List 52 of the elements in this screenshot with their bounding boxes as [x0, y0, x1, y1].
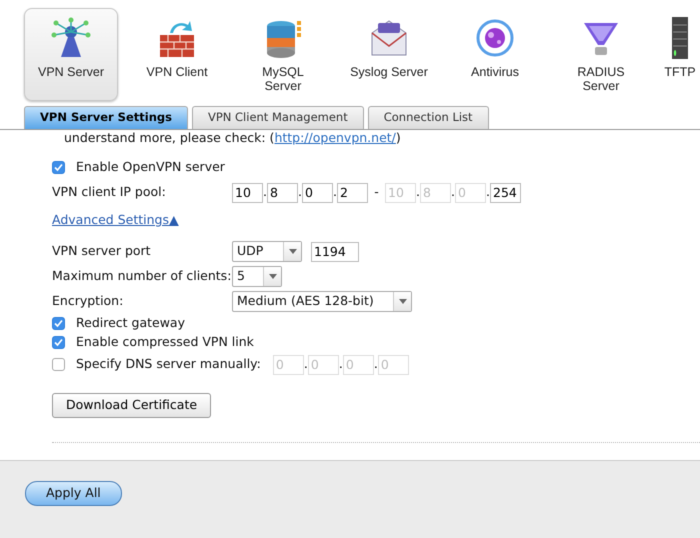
dropdown[interactable]: UDP: [232, 241, 302, 262]
checkbox-label: Redirect gateway: [76, 314, 185, 332]
link[interactable]: http://openvpn.net/: [274, 130, 396, 145]
app-launcher[interactable]: VPN Client: [130, 8, 224, 101]
caret-icon: [288, 249, 296, 254]
ip-octet-field[interactable]: 10: [232, 182, 263, 202]
separator-text: .: [374, 355, 378, 374]
separator-text: .: [338, 355, 343, 374]
separator-text: -: [374, 183, 379, 202]
checkbox-label: Enable OpenVPN server: [76, 158, 225, 176]
caret-icon: [398, 299, 406, 304]
field-label: VPN client IP pool:: [52, 183, 167, 202]
server-icon: [672, 17, 688, 59]
download-certificate-button[interactable]: Download Certificate: [52, 393, 212, 418]
separator-text: .: [263, 183, 267, 202]
port-field[interactable]: 1194: [311, 242, 359, 262]
separator-text: .: [416, 183, 420, 202]
ip-octet-field[interactable]: 2: [337, 182, 368, 202]
network-icon: [50, 17, 92, 59]
tab[interactable]: VPN Server Settings: [24, 106, 188, 129]
separator-text: .: [451, 183, 456, 202]
app-launcher[interactable]: RADIUS Server: [554, 8, 648, 101]
checkbox[interactable]: [52, 317, 65, 330]
dropdown[interactable]: 5: [232, 266, 282, 287]
checkbox-label: Specify DNS server manually:: [76, 355, 261, 374]
ip-octet-field[interactable]: 0: [302, 182, 333, 202]
app-launcher[interactable]: Syslog Server: [342, 8, 436, 101]
separator-text: .: [486, 183, 490, 202]
separator-text: .: [298, 183, 302, 202]
field-label: Maximum number of clients:: [52, 267, 232, 286]
separator-text: .: [333, 183, 337, 202]
virus-icon: [474, 17, 516, 59]
tab[interactable]: VPN Client Management: [192, 106, 364, 129]
checkbox[interactable]: [52, 161, 65, 174]
field-label: Encryption:: [52, 292, 124, 310]
intro-text: understand more, please check: (http://openvpn.net/): [63, 131, 402, 145]
separator-text: .: [304, 355, 308, 374]
advanced-settings-link[interactable]: Advanced Settings▲: [52, 211, 179, 230]
checkbox-label: Enable compressed VPN link: [76, 333, 254, 352]
checkbox[interactable]: [52, 358, 65, 371]
ip-octet-field[interactable]: 8: [267, 182, 298, 202]
app-launcher[interactable]: TFTP: [660, 8, 700, 101]
apply-all-button[interactable]: Apply All: [25, 481, 122, 506]
checkbox[interactable]: [52, 336, 65, 349]
app-launcher[interactable]: Antivirus: [448, 8, 542, 101]
ip-octet-field[interactable]: 254: [490, 182, 522, 202]
dropdown[interactable]: Medium (AES 128-bit): [232, 291, 412, 312]
caret-icon: [268, 274, 276, 279]
tab[interactable]: Connection List: [368, 106, 489, 129]
field-label: VPN server port: [52, 242, 152, 260]
app-launcher[interactable]: MySQL Server: [236, 8, 330, 101]
app-launcher[interactable]: VPN Server: [24, 8, 118, 101]
